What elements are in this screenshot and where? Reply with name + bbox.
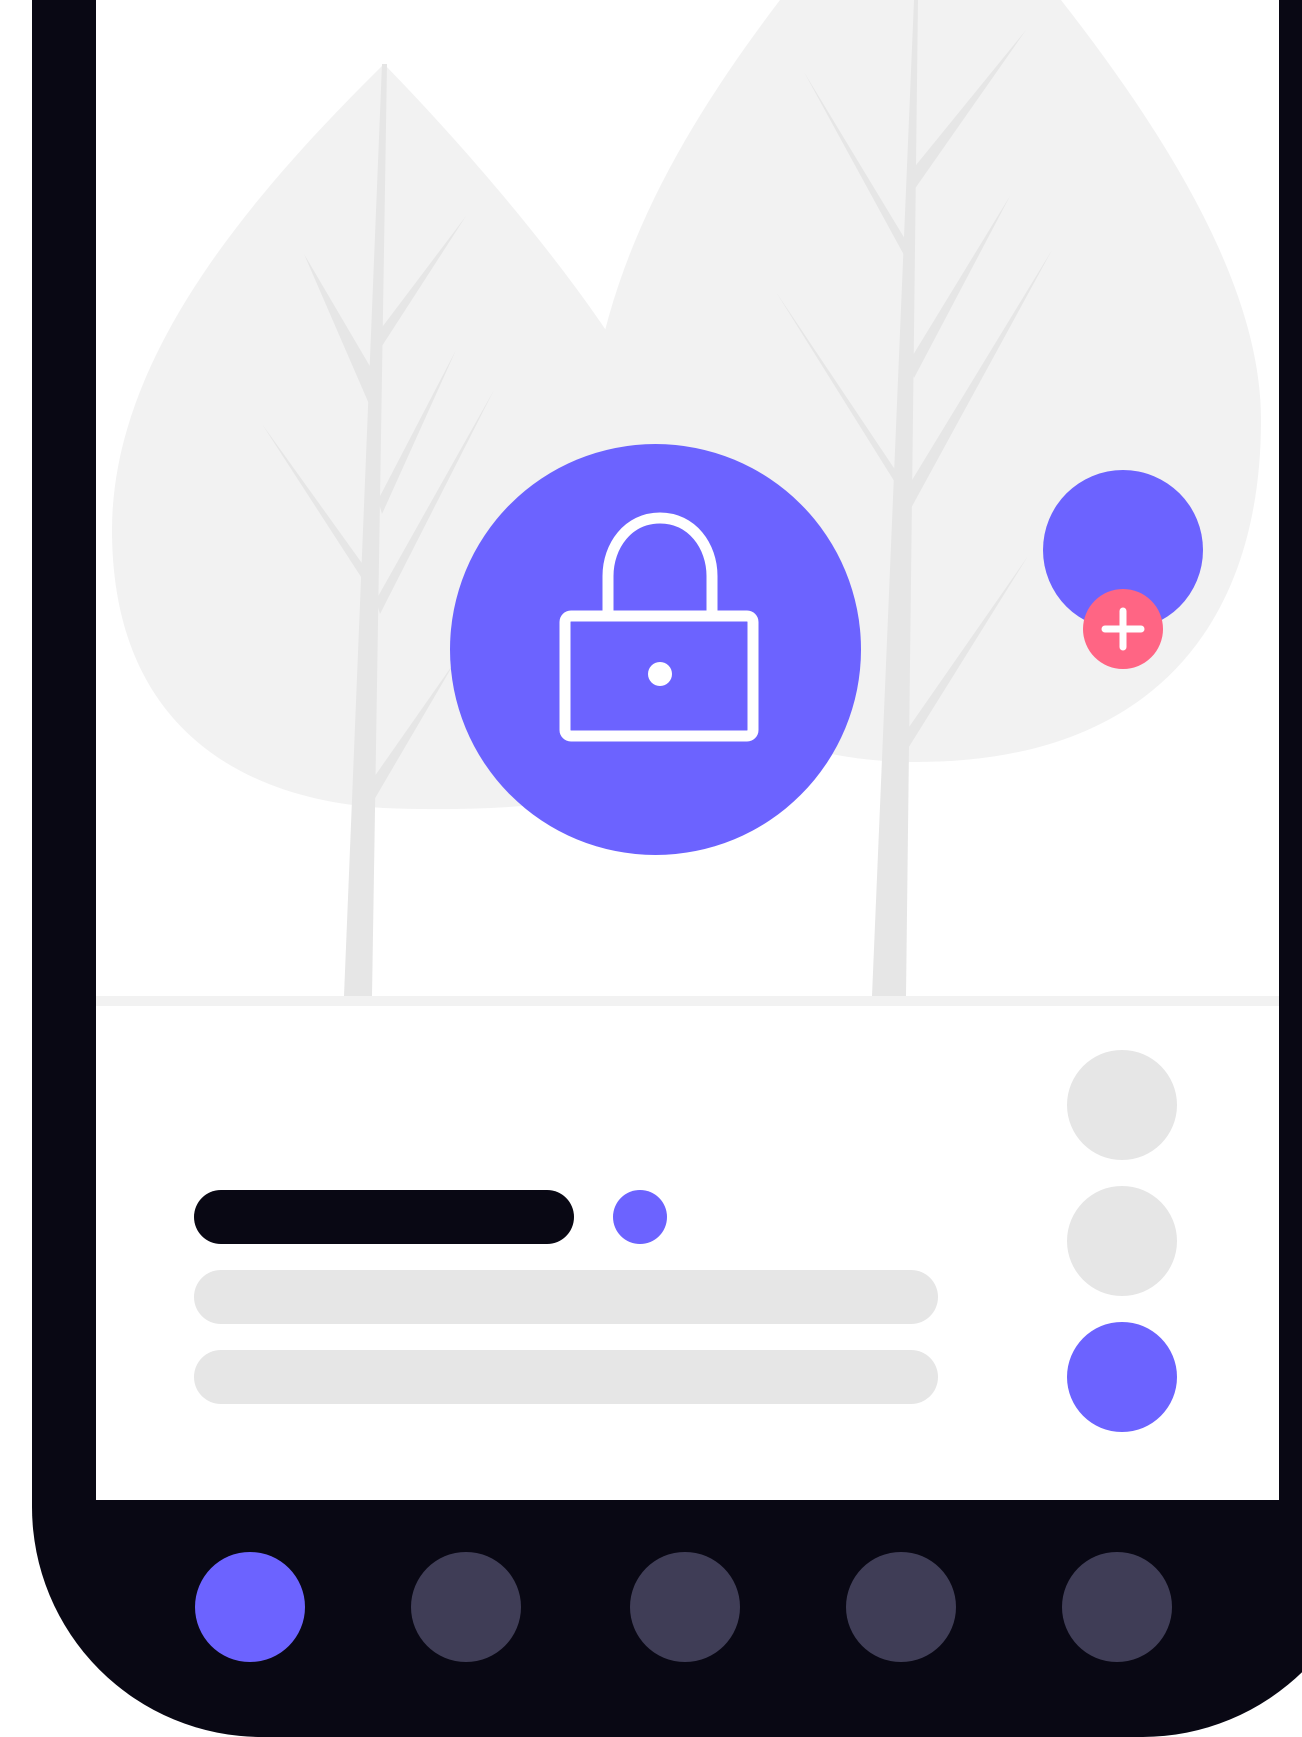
option-button-1[interactable] (1067, 1050, 1177, 1160)
lock-icon (559, 512, 759, 742)
option-button-3-selected[interactable] (1067, 1322, 1177, 1432)
text-placeholder-line (194, 1350, 938, 1404)
phone-screen (96, 0, 1279, 1500)
nav-button-4[interactable] (846, 1552, 956, 1662)
nav-button-1[interactable] (195, 1552, 305, 1662)
nav-button-3[interactable] (630, 1552, 740, 1662)
bottom-nav-bar (0, 1500, 1302, 1737)
nav-button-2[interactable] (411, 1552, 521, 1662)
nav-button-5[interactable] (1062, 1552, 1172, 1662)
content-divider (96, 996, 1279, 1006)
plus-icon (1101, 607, 1145, 651)
status-dot (613, 1190, 667, 1244)
text-placeholder-line (194, 1270, 938, 1324)
phone-illustration (0, 0, 1302, 1737)
title-placeholder-bar (194, 1190, 574, 1244)
lock-badge (450, 444, 861, 855)
add-badge[interactable] (1083, 589, 1163, 669)
option-button-2[interactable] (1067, 1186, 1177, 1296)
